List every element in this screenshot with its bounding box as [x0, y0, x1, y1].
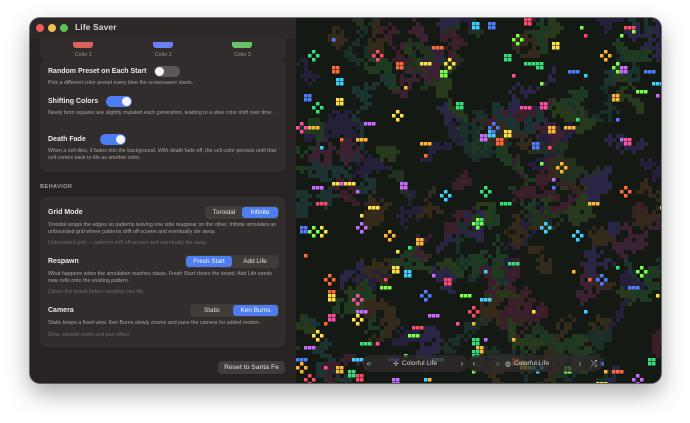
camera-ken-burns-option[interactable]: Ken Burns — [233, 305, 278, 316]
grid-mode-toroidal-option[interactable]: Toroidal — [206, 207, 242, 218]
life-grid-canvas — [296, 18, 661, 383]
color-3-swatch[interactable] — [232, 42, 252, 48]
color-2-label: Color 2 — [155, 52, 172, 58]
preset-b-pill: ‹ ◍ Colorful Life › ⤮ — [468, 355, 602, 372]
chevron-left-icon[interactable]: ‹ — [362, 359, 374, 368]
camera-title: Camera — [48, 307, 74, 314]
preset-a-selector[interactable]: ✢ Colorful Life — [374, 360, 456, 368]
preset-a-pill: ‹ ✢ Colorful Life › — [362, 355, 468, 372]
preset-b-selector[interactable]: ◍ Colorful Life — [480, 360, 574, 368]
color-3-label: Color 3 — [234, 52, 251, 58]
preset-a-label: Colorful Life — [401, 360, 438, 367]
simulation-preview: ‹ ✢ Colorful Life › ‹ ◍ Colorful Life › … — [296, 18, 661, 383]
title-bar: Life Saver — [30, 18, 296, 38]
zoom-window-button[interactable] — [60, 24, 68, 32]
toggle-knob — [155, 67, 164, 76]
behavior-heading: BEHAVIOR — [40, 184, 73, 190]
behavior-card: Grid Mode Toroidal Infinite Toroidal wra… — [40, 197, 286, 347]
reset-button[interactable]: Reset to Santa Fe — [218, 361, 285, 374]
color-1-label: Color 1 — [75, 52, 92, 58]
shifting-colors-description: Newly born squares are slightly mutated … — [48, 110, 273, 116]
settings-sidebar: Color 1 Color 2 Color 3 Random Preset on… — [30, 18, 296, 383]
respawn-title: Respawn — [48, 258, 79, 265]
shifting-colors-toggle[interactable] — [106, 96, 132, 107]
random-preset-toggle[interactable] — [154, 66, 180, 77]
random-preset-title: Random Preset on Each Start — [48, 68, 147, 75]
palette-icon: ◍ — [504, 360, 511, 368]
grid-mode-infinite-option[interactable]: Infinite — [242, 207, 278, 218]
camera-note: Slow, smooth zoom and pan effect. — [48, 332, 131, 338]
grid-mode-note: Unbounded grid — patterns drift off-scre… — [48, 240, 208, 246]
grid-mode-segmented-control: Toroidal Infinite — [205, 206, 279, 219]
toggle-knob — [116, 135, 125, 144]
camera-static-option[interactable]: Static — [191, 305, 233, 316]
app-window: Color 1 Color 2 Color 3 Random Preset on… — [30, 18, 661, 383]
window-title: Life Saver — [75, 22, 117, 32]
preview-controls: ‹ ✢ Colorful Life › ‹ ◍ Colorful Life › … — [362, 355, 602, 372]
chevron-left-icon[interactable]: ‹ — [468, 359, 480, 368]
respawn-fresh-start-option[interactable]: Fresh Start — [186, 256, 232, 267]
toggle-knob — [122, 97, 131, 106]
death-fade-title: Death Fade — [48, 136, 86, 143]
respawn-note: Clears the board before seeding new life… — [48, 289, 145, 295]
respawn-description: What happens when the simulation reaches… — [48, 271, 273, 285]
grid-mode-title: Grid Mode — [48, 209, 83, 216]
camera-description: Static keeps a fixed view. Ken Burns slo… — [48, 320, 261, 326]
death-fade-description: When a cell dies, it fades into the back… — [48, 148, 277, 162]
shuffle-icon[interactable]: ⤮ — [586, 359, 602, 369]
camera-segmented-control: Static Ken Burns — [190, 304, 279, 317]
respawn-add-life-option[interactable]: Add Life — [232, 256, 278, 267]
grid-mode-description: Toroidal wraps the edges so patterns lea… — [48, 222, 277, 236]
chevron-right-icon[interactable]: › — [456, 359, 468, 368]
color-2-swatch[interactable] — [153, 42, 173, 48]
minimize-window-button[interactable] — [48, 24, 56, 32]
color-1-swatch[interactable] — [73, 42, 93, 48]
close-window-button[interactable] — [36, 24, 44, 32]
death-fade-toggle[interactable] — [100, 134, 126, 145]
preset-b-label: Colorful Life — [513, 360, 550, 367]
sparkle-icon: ✢ — [392, 360, 399, 368]
shifting-colors-title: Shifting Colors — [48, 98, 99, 105]
random-preset-description: Pick a different color preset every time… — [48, 80, 194, 86]
options-card: Random Preset on Each Start Pick a diffe… — [40, 60, 286, 172]
chevron-right-icon[interactable]: › — [574, 359, 586, 368]
respawn-segmented-control: Fresh Start Add Life — [185, 255, 279, 268]
